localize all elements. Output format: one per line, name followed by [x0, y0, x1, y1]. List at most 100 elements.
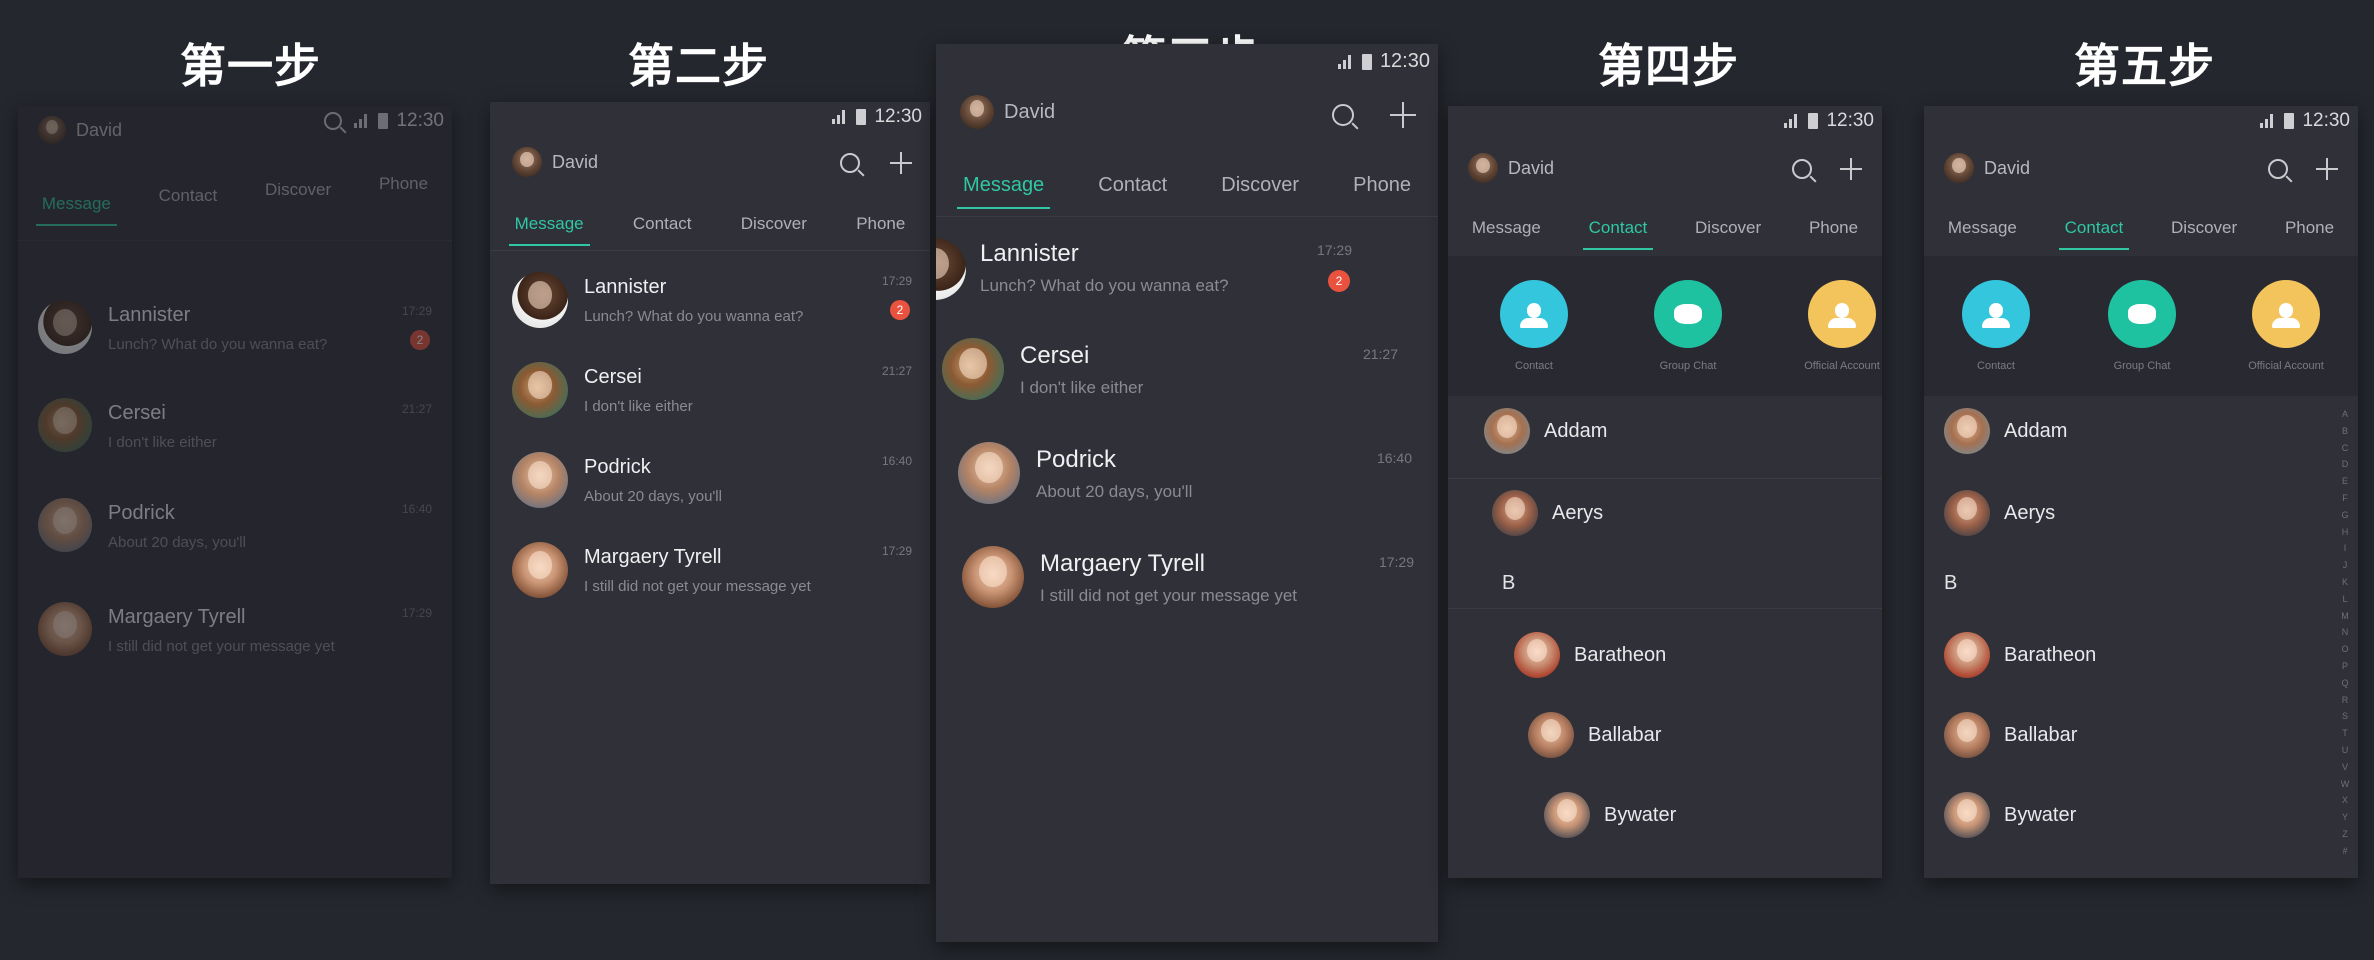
toolbar [1332, 102, 1416, 128]
tab-discover[interactable]: Discover [1695, 218, 1761, 238]
contact-name: Podrick [108, 502, 175, 524]
list-item[interactable]: Margaery Tyrell I still did not get your… [936, 542, 1438, 622]
list-item[interactable]: Cersei I don't like either 21:27 [936, 334, 1438, 414]
list-item[interactable]: Margaery Tyrell I still did not get your… [18, 594, 452, 664]
alphabet-letter[interactable]: E [2338, 473, 2352, 490]
list-item[interactable]: Bywater [1944, 792, 2076, 838]
search-icon[interactable] [1792, 159, 1812, 179]
alphabet-letter[interactable]: H [2338, 524, 2352, 541]
list-item[interactable]: Aerys [1944, 490, 2055, 536]
list-item[interactable]: Podrick About 20 days, you'll 16:40 [936, 438, 1438, 518]
list-item[interactable]: Baratheon [1944, 632, 2096, 678]
contact-button[interactable] [1500, 280, 1568, 348]
avatar[interactable] [960, 95, 994, 129]
alphabet-letter[interactable]: Q [2338, 675, 2352, 692]
alphabet-letter[interactable]: N [2338, 624, 2352, 641]
alphabet-letter[interactable]: D [2338, 456, 2352, 473]
avatar [1944, 408, 1990, 454]
list-item[interactable]: Podrick About 20 days, you'll 16:40 [490, 446, 930, 516]
alphabet-index[interactable]: A B C D E F G H I J K L M N O P Q R S T U V W X Y Z # [2338, 406, 2352, 860]
alphabet-letter[interactable]: Z [2338, 826, 2352, 843]
plus-icon[interactable] [890, 152, 912, 174]
tab-message[interactable]: Message [957, 174, 1051, 209]
user-name: David [76, 119, 123, 140]
tab-message[interactable]: Message [1472, 218, 1541, 238]
tab-discover[interactable]: Discover [741, 214, 807, 234]
search-icon[interactable] [2268, 159, 2288, 179]
message-time: 17:29 [881, 544, 912, 558]
alphabet-letter[interactable]: K [2338, 574, 2352, 591]
alphabet-letter[interactable]: I [2338, 540, 2352, 557]
list-item[interactable]: Lannister Lunch? What do you wanna eat? … [490, 266, 930, 336]
tab-message[interactable]: Message [508, 214, 590, 246]
avatar[interactable] [512, 147, 542, 177]
alphabet-letter[interactable]: P [2338, 658, 2352, 675]
avatar[interactable] [1468, 153, 1498, 183]
tab-phone[interactable]: Phone [379, 174, 428, 194]
search-icon[interactable] [840, 153, 860, 173]
avatar [1944, 632, 1990, 678]
plus-icon[interactable] [2316, 158, 2338, 180]
alphabet-letter[interactable]: F [2338, 490, 2352, 507]
avatar[interactable] [1944, 153, 1974, 183]
alphabet-letter[interactable]: L [2338, 591, 2352, 608]
alphabet-letter[interactable]: O [2338, 641, 2352, 658]
tab-discover[interactable]: Discover [2171, 218, 2237, 238]
list-item[interactable]: Aerys [1492, 490, 1603, 536]
search-icon[interactable] [1332, 104, 1354, 126]
list-item[interactable]: Margaery Tyrell I still did not get your… [490, 536, 930, 606]
alphabet-letter[interactable]: C [2338, 440, 2352, 457]
plus-icon[interactable] [1390, 102, 1416, 128]
list-item[interactable]: Lannister Lunch? What do you wanna eat? … [18, 292, 452, 362]
tab-message[interactable]: Message [1948, 218, 2017, 238]
tab-discover[interactable]: Discover [1221, 174, 1299, 197]
avatar[interactable] [38, 116, 66, 144]
alphabet-letter[interactable]: S [2338, 708, 2352, 725]
tab-contact[interactable]: Contact [1582, 218, 1653, 250]
list-item[interactable]: Cersei I don't like either 21:27 [490, 356, 930, 426]
list-item[interactable]: Baratheon [1514, 632, 1666, 678]
tab-phone[interactable]: Phone [1809, 218, 1858, 238]
tab-message[interactable]: Message [35, 194, 117, 226]
avatar [942, 338, 1004, 400]
status-bar: 12:30 [1784, 110, 1874, 132]
tab-contact[interactable]: Contact [2058, 218, 2129, 250]
tab-discover[interactable]: Discover [265, 180, 331, 200]
tab-contact[interactable]: Contact [159, 186, 218, 206]
alphabet-letter[interactable]: M [2338, 608, 2352, 625]
official-account-button[interactable] [2252, 280, 2320, 348]
alphabet-letter[interactable]: B [2338, 423, 2352, 440]
message-preview: Lunch? What do you wanna eat? [108, 336, 328, 353]
official-account-button[interactable] [1808, 280, 1876, 348]
list-item[interactable]: Addam [1944, 408, 2067, 454]
alphabet-letter[interactable]: J [2338, 557, 2352, 574]
alphabet-letter[interactable]: X [2338, 792, 2352, 809]
alphabet-letter[interactable]: W [2338, 776, 2352, 793]
group-chat-button[interactable] [1654, 280, 1722, 348]
list-item[interactable]: Addam [1484, 408, 1607, 454]
alphabet-letter[interactable]: R [2338, 692, 2352, 709]
alphabet-letter[interactable]: Y [2338, 809, 2352, 826]
list-item[interactable]: Ballabar [1528, 712, 1661, 758]
contact-button[interactable] [1962, 280, 2030, 348]
tab-contact[interactable]: Contact [1098, 174, 1167, 197]
list-item[interactable]: Lannister Lunch? What do you wanna eat? … [936, 230, 1438, 310]
alphabet-letter[interactable]: U [2338, 742, 2352, 759]
alphabet-letter[interactable]: G [2338, 507, 2352, 524]
tab-contact[interactable]: Contact [633, 214, 692, 234]
tab-phone[interactable]: Phone [2285, 218, 2334, 238]
list-item[interactable]: Cersei I don't like either 21:27 [18, 390, 452, 460]
alphabet-letter[interactable]: A [2338, 406, 2352, 423]
phone-step-2: 12:30 David Message Contact Discover Pho… [490, 102, 930, 884]
list-item[interactable]: Ballabar [1944, 712, 2077, 758]
tab-phone[interactable]: Phone [856, 214, 905, 234]
contact-name: Aerys [1552, 501, 1604, 524]
group-chat-button[interactable] [2108, 280, 2176, 348]
alphabet-letter[interactable]: T [2338, 725, 2352, 742]
alphabet-letter[interactable]: V [2338, 759, 2352, 776]
tab-phone[interactable]: Phone [1353, 174, 1411, 197]
list-item[interactable]: Podrick About 20 days, you'll 16:40 [18, 490, 452, 560]
plus-icon[interactable] [1840, 158, 1862, 180]
list-item[interactable]: Bywater [1544, 792, 1676, 838]
alphabet-letter[interactable]: # [2338, 843, 2352, 860]
